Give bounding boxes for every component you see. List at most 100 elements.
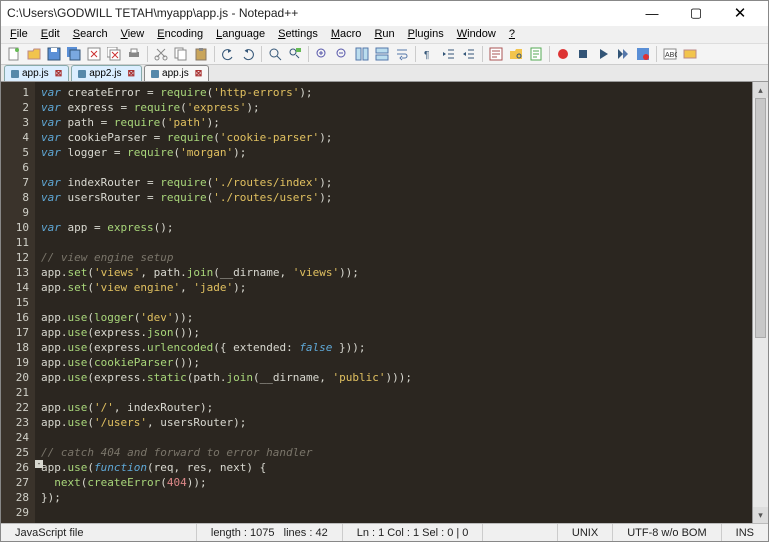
minimize-button[interactable]: —	[630, 1, 674, 26]
doc-map-icon[interactable]	[527, 45, 545, 63]
wrap-icon[interactable]	[393, 45, 411, 63]
replace-icon[interactable]	[286, 45, 304, 63]
status-eol: UNIX	[558, 524, 613, 541]
file-tab[interactable]: app.js⊠	[4, 65, 69, 81]
code-line[interactable]: // view engine setup	[41, 250, 746, 265]
close-tab-icon[interactable]: ⊠	[127, 68, 135, 79]
code-line[interactable]: var app = express();	[41, 220, 746, 235]
menu-search[interactable]: Search	[67, 26, 114, 42]
func-list-icon[interactable]	[487, 45, 505, 63]
new-file-icon[interactable]	[5, 45, 23, 63]
line-number: 25	[1, 445, 29, 460]
code-line[interactable]	[41, 295, 746, 310]
fold-marker-icon[interactable]: -	[35, 460, 43, 468]
indent-icon[interactable]	[440, 45, 458, 63]
code-line[interactable]: app.use(function(req, res, next) {	[41, 460, 746, 475]
close-tab-icon[interactable]: ⊠	[195, 68, 203, 79]
menu-window[interactable]: Window	[451, 26, 502, 42]
play-macro-icon[interactable]	[594, 45, 612, 63]
cut-icon[interactable]	[152, 45, 170, 63]
tab-label: app2.js	[89, 68, 121, 79]
file-tab[interactable]: app2.js ⊠	[71, 65, 142, 81]
toolbar-separator	[656, 46, 657, 62]
find-icon[interactable]	[266, 45, 284, 63]
code-line[interactable]: var usersRouter = require('./routes/user…	[41, 190, 746, 205]
close-tab-icon[interactable]: ⊠	[55, 68, 63, 79]
code-line[interactable]: });	[41, 490, 746, 505]
file-tab[interactable]: app.js⊠	[144, 65, 209, 81]
code-line[interactable]: var cookieParser = require('cookie-parse…	[41, 130, 746, 145]
print-icon[interactable]	[125, 45, 143, 63]
menu-language[interactable]: Language	[210, 26, 271, 42]
code-line[interactable]: app.use(express.static(path.join(__dirna…	[41, 370, 746, 385]
code-line[interactable]: app.use('/users', usersRouter);	[41, 415, 746, 430]
menu-run[interactable]: Run	[368, 26, 400, 42]
vertical-scrollbar[interactable]: ▴ ▾	[752, 82, 768, 523]
scroll-down-icon[interactable]: ▾	[753, 507, 768, 523]
toolbar-extra-icon[interactable]	[681, 45, 699, 63]
code-line[interactable]: // catch 404 and forward to error handle…	[41, 445, 746, 460]
record-macro-icon[interactable]	[554, 45, 572, 63]
save-all-icon[interactable]	[65, 45, 83, 63]
open-file-icon[interactable]	[25, 45, 43, 63]
line-number: 26	[1, 460, 29, 475]
code-line[interactable]	[41, 385, 746, 400]
close-all-icon[interactable]	[105, 45, 123, 63]
menu-plugins[interactable]: Plugins	[402, 26, 450, 42]
stop-macro-icon[interactable]	[574, 45, 592, 63]
menu-macro[interactable]: Macro	[325, 26, 368, 42]
menu-view[interactable]: View	[115, 26, 151, 42]
menu-edit[interactable]: Edit	[35, 26, 66, 42]
undo-icon[interactable]	[219, 45, 237, 63]
line-number: 10	[1, 220, 29, 235]
code-line[interactable]: var path = require('path');	[41, 115, 746, 130]
sync-h-icon[interactable]	[373, 45, 391, 63]
code-line[interactable]: next(createError(404));	[41, 475, 746, 490]
line-number: 22	[1, 400, 29, 415]
line-number: 16	[1, 310, 29, 325]
close-button[interactable]: ✕	[718, 1, 762, 26]
code-line[interactable]: var logger = require('morgan');	[41, 145, 746, 160]
line-number: 5	[1, 145, 29, 160]
maximize-button[interactable]: ▢	[674, 1, 718, 26]
code-line[interactable]: var express = require('express');	[41, 100, 746, 115]
outdent-icon[interactable]	[460, 45, 478, 63]
show-chars-icon[interactable]: ¶	[420, 45, 438, 63]
code-line[interactable]	[41, 430, 746, 445]
scroll-thumb[interactable]	[755, 98, 766, 338]
code-line[interactable]: app.use('/', indexRouter);	[41, 400, 746, 415]
code-editor[interactable]: var createError = require('http-errors')…	[35, 82, 752, 523]
code-line[interactable]: app.use(logger('dev'));	[41, 310, 746, 325]
menu-file[interactable]: File	[4, 26, 34, 42]
scroll-up-icon[interactable]: ▴	[753, 82, 768, 98]
code-line[interactable]: app.use(express.json());	[41, 325, 746, 340]
save-icon[interactable]	[45, 45, 63, 63]
spellcheck-icon[interactable]: ABC	[661, 45, 679, 63]
redo-icon[interactable]	[239, 45, 257, 63]
code-line[interactable]: var indexRouter = require('./routes/inde…	[41, 175, 746, 190]
play-multi-icon[interactable]	[614, 45, 632, 63]
zoom-in-icon[interactable]	[313, 45, 331, 63]
line-number: 14	[1, 280, 29, 295]
folder-view-icon[interactable]	[507, 45, 525, 63]
menu-encoding[interactable]: Encoding	[151, 26, 209, 42]
code-line[interactable]: var createError = require('http-errors')…	[41, 85, 746, 100]
code-line[interactable]: app.set('view engine', 'jade');	[41, 280, 746, 295]
close-file-icon[interactable]	[85, 45, 103, 63]
code-line[interactable]	[41, 205, 746, 220]
copy-icon[interactable]	[172, 45, 190, 63]
line-number: 12	[1, 250, 29, 265]
menu-settings[interactable]: Settings	[272, 26, 324, 42]
code-line[interactable]	[41, 235, 746, 250]
code-line[interactable]: app.use(express.urlencoded({ extended: f…	[41, 340, 746, 355]
menu-help[interactable]: ?	[503, 26, 521, 42]
zoom-out-icon[interactable]	[333, 45, 351, 63]
code-line[interactable]	[41, 505, 746, 520]
paste-icon[interactable]	[192, 45, 210, 63]
code-line[interactable]: app.set('views', path.join(__dirname, 'v…	[41, 265, 746, 280]
code-line[interactable]: app.use(cookieParser());	[41, 355, 746, 370]
line-number: 1	[1, 85, 29, 100]
save-macro-icon[interactable]	[634, 45, 652, 63]
sync-v-icon[interactable]	[353, 45, 371, 63]
code-line[interactable]	[41, 160, 746, 175]
